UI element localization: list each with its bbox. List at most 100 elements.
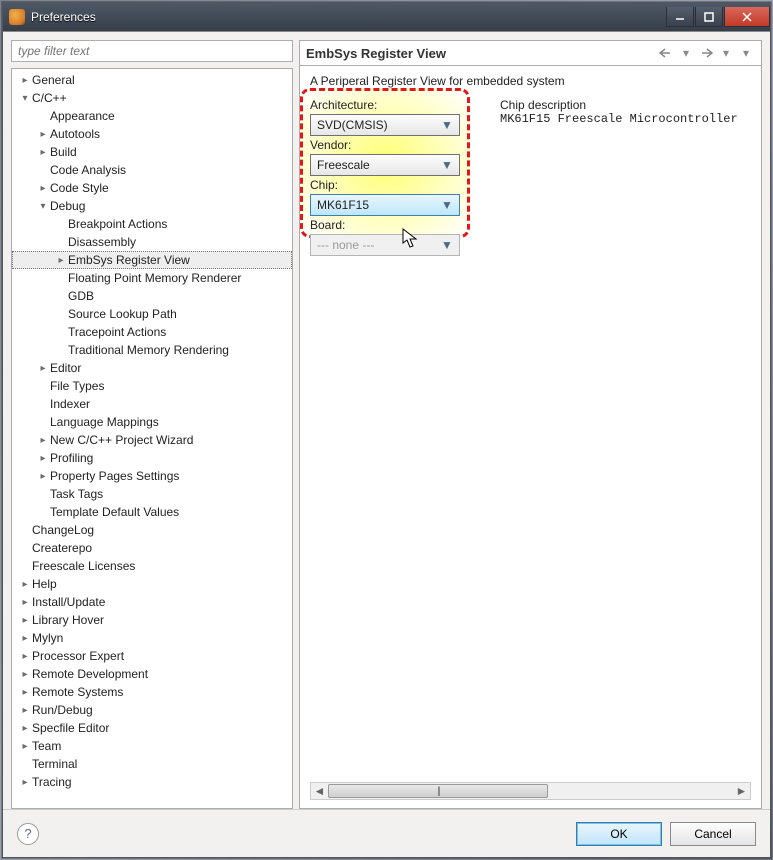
tree-item[interactable]: ▸Autotools: [12, 125, 292, 143]
tree-item-label: Profiling: [50, 451, 93, 465]
tree-item-label: Indexer: [50, 397, 90, 411]
tree-item[interactable]: ▸Floating Point Memory Renderer: [12, 269, 292, 287]
tree-item-label: Remote Development: [32, 667, 148, 681]
tree-item-label: Help: [32, 577, 57, 591]
tree-item[interactable]: ▸GDB: [12, 287, 292, 305]
maximize-button[interactable]: [695, 7, 723, 27]
ok-button[interactable]: OK: [576, 822, 662, 846]
tree-expand-icon[interactable]: ▸: [36, 181, 50, 195]
tree-expand-icon[interactable]: ▸: [36, 451, 50, 465]
vendor-combo[interactable]: Freescale ▼: [310, 154, 460, 176]
tree-item[interactable]: ▸Team: [12, 737, 292, 755]
tree-item-label: C/C++: [32, 91, 67, 105]
tree-item[interactable]: ▸Tracepoint Actions: [12, 323, 292, 341]
scroll-thumb[interactable]: |||: [328, 784, 548, 798]
tree-expand-icon[interactable]: ▸: [18, 577, 32, 591]
close-button[interactable]: [724, 7, 770, 27]
window-controls: [665, 7, 770, 27]
tree-item[interactable]: ▸Task Tags: [12, 485, 292, 503]
tree-item[interactable]: ▸Language Mappings: [12, 413, 292, 431]
tree-item[interactable]: ▸Specfile Editor: [12, 719, 292, 737]
tree-item[interactable]: ▸Install/Update: [12, 593, 292, 611]
tree-collapse-icon[interactable]: ▾: [36, 199, 50, 213]
tree-expand-icon[interactable]: ▸: [36, 127, 50, 141]
nav-forward-icon[interactable]: [697, 44, 715, 62]
tree-item[interactable]: ▸Freescale Licenses: [12, 557, 292, 575]
tree-item[interactable]: ▸Help: [12, 575, 292, 593]
tree-item-label: Terminal: [32, 757, 77, 771]
tree-expand-icon[interactable]: ▸: [18, 667, 32, 681]
tree-item[interactable]: ▸Library Hover: [12, 611, 292, 629]
tree-item[interactable]: ▸Profiling: [12, 449, 292, 467]
scroll-track[interactable]: |||: [328, 783, 733, 799]
chip-label: Chip:: [310, 178, 480, 192]
tree-item[interactable]: ▸Createrepo: [12, 539, 292, 557]
nav-back-icon[interactable]: [657, 44, 675, 62]
tree-item[interactable]: ▸ChangeLog: [12, 521, 292, 539]
tree-item-label: Library Hover: [32, 613, 104, 627]
dropdown-forward-icon[interactable]: ▾: [717, 44, 735, 62]
tree-expand-icon[interactable]: ▸: [18, 73, 32, 87]
tree-expand-icon[interactable]: ▸: [36, 361, 50, 375]
tree-expand-icon[interactable]: ▸: [18, 649, 32, 663]
tree-expand-icon[interactable]: ▸: [54, 253, 68, 267]
tree-item[interactable]: ▸Remote Systems: [12, 683, 292, 701]
tree-item[interactable]: ▸Template Default Values: [12, 503, 292, 521]
tree-expand-icon[interactable]: ▸: [36, 433, 50, 447]
tree-item[interactable]: ▸Mylyn: [12, 629, 292, 647]
tree-item[interactable]: ▸Indexer: [12, 395, 292, 413]
tree-expand-icon[interactable]: ▸: [36, 145, 50, 159]
cancel-button[interactable]: Cancel: [670, 822, 756, 846]
tree-collapse-icon[interactable]: ▾: [18, 91, 32, 105]
preference-tree[interactable]: ▸General▾C/C++▸Appearance▸Autotools▸Buil…: [11, 68, 293, 809]
filter-input[interactable]: [11, 40, 293, 62]
tree-item[interactable]: ▸Disassembly: [12, 233, 292, 251]
tree-item[interactable]: ▸Remote Development: [12, 665, 292, 683]
scroll-right-icon[interactable]: ►: [733, 783, 750, 799]
help-button[interactable]: ?: [17, 823, 39, 845]
tree-item[interactable]: ▸General: [12, 71, 292, 89]
window-title: Preferences: [31, 10, 665, 24]
tree-item-label: Template Default Values: [50, 505, 179, 519]
tree-item[interactable]: ▸Build: [12, 143, 292, 161]
tree-item[interactable]: ▸Appearance: [12, 107, 292, 125]
tree-item[interactable]: ▸File Types: [12, 377, 292, 395]
tree-item[interactable]: ▸Tracing: [12, 773, 292, 791]
tree-expand-icon[interactable]: ▸: [18, 595, 32, 609]
tree-expand-icon[interactable]: ▸: [18, 631, 32, 645]
minimize-button[interactable]: [666, 7, 694, 27]
scroll-left-icon[interactable]: ◄: [311, 783, 328, 799]
tree-expand-icon[interactable]: ▸: [18, 613, 32, 627]
chip-combo[interactable]: MK61F15 ▼: [310, 194, 460, 216]
tree-item[interactable]: ▸Property Pages Settings: [12, 467, 292, 485]
chevron-down-icon: ▼: [439, 198, 455, 212]
tree-item[interactable]: ▸Code Style: [12, 179, 292, 197]
tree-expand-icon[interactable]: ▸: [18, 721, 32, 735]
tree-item[interactable]: ▸Breakpoint Actions: [12, 215, 292, 233]
tree-item-label: EmbSys Register View: [68, 253, 190, 267]
tree-item-label: Code Style: [50, 181, 109, 195]
architecture-combo[interactable]: SVD(CMSIS) ▼: [310, 114, 460, 136]
titlebar[interactable]: Preferences: [3, 3, 770, 31]
tree-item-label: Task Tags: [50, 487, 103, 501]
horizontal-scrollbar[interactable]: ◄ ||| ►: [310, 782, 751, 800]
tree-item[interactable]: ▸Code Analysis: [12, 161, 292, 179]
tree-item-label: Processor Expert: [32, 649, 124, 663]
tree-item[interactable]: ▸New C/C++ Project Wizard: [12, 431, 292, 449]
tree-item[interactable]: ▸Traditional Memory Rendering: [12, 341, 292, 359]
tree-item[interactable]: ▾Debug: [12, 197, 292, 215]
tree-expand-icon[interactable]: ▸: [18, 775, 32, 789]
tree-item[interactable]: ▸EmbSys Register View: [12, 251, 292, 269]
tree-expand-icon[interactable]: ▸: [18, 739, 32, 753]
view-menu-icon[interactable]: ▾: [737, 44, 755, 62]
tree-item[interactable]: ▸Processor Expert: [12, 647, 292, 665]
tree-expand-icon[interactable]: ▸: [18, 703, 32, 717]
tree-expand-icon[interactable]: ▸: [36, 469, 50, 483]
tree-item[interactable]: ▸Terminal: [12, 755, 292, 773]
tree-item[interactable]: ▸Run/Debug: [12, 701, 292, 719]
tree-item[interactable]: ▸Editor: [12, 359, 292, 377]
dropdown-back-icon[interactable]: ▾: [677, 44, 695, 62]
tree-expand-icon[interactable]: ▸: [18, 685, 32, 699]
tree-item[interactable]: ▸Source Lookup Path: [12, 305, 292, 323]
tree-item[interactable]: ▾C/C++: [12, 89, 292, 107]
